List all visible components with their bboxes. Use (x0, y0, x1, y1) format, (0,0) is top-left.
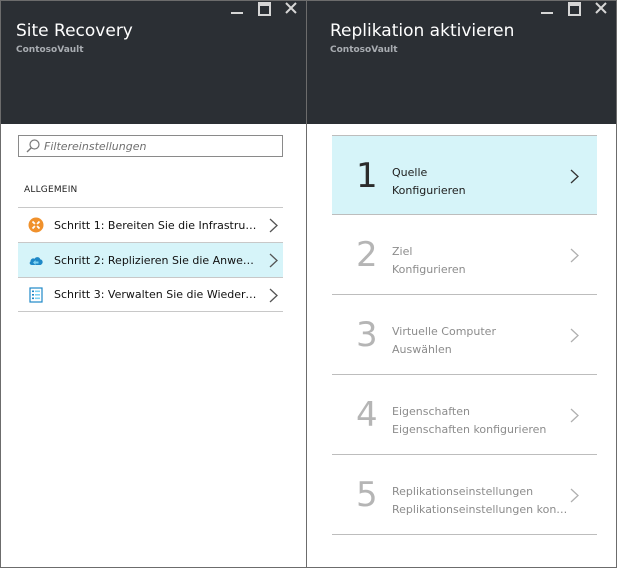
step-title: Quelle (392, 166, 428, 179)
cloud-icon (29, 257, 43, 265)
blade-title: Replikation aktivieren (330, 21, 515, 41)
enable-replication-blade: Replikation aktivieren ContosoVault 1 Qu… (306, 0, 617, 568)
blade-header: Replikation aktivieren ContosoVault (307, 1, 616, 124)
nav-item-step-2[interactable]: Schritt 2: Replizieren Sie die Anwendung (18, 242, 283, 277)
chevron-right-icon (570, 408, 579, 423)
chevron-right-icon (269, 288, 278, 303)
maximize-icon[interactable] (567, 1, 581, 17)
window-controls (540, 1, 608, 19)
step-title: Replikationseinstellungen (392, 485, 534, 498)
step-virtual-machines[interactable]: 3 Virtuelle Computer Auswählen (332, 295, 597, 375)
blade-subtitle: ContosoVault (330, 45, 398, 55)
step-source[interactable]: 1 Quelle Konfigurieren (332, 135, 597, 215)
chevron-right-icon (570, 169, 579, 184)
settings-list: Schritt 1: Bereiten Sie die Infrastruktu… (18, 207, 283, 312)
step-subtitle: Eigenschaften konfigurieren (392, 423, 547, 436)
nav-item-label: Schritt 3: Verwalten Sie die Wiederherst… (54, 288, 260, 301)
chevron-right-icon (570, 248, 579, 263)
step-number: 4 (356, 395, 378, 435)
step-title: Ziel (392, 245, 413, 258)
chevron-right-icon (570, 488, 579, 503)
step-subtitle: Auswählen (392, 343, 452, 356)
close-icon[interactable] (284, 1, 298, 17)
blade-subtitle: ContosoVault (16, 45, 84, 55)
site-recovery-blade: Site Recovery ContosoVault ALLGEMEIN (0, 0, 307, 568)
maximize-icon[interactable] (257, 1, 271, 17)
chevron-right-icon (269, 218, 278, 233)
chevron-right-icon (269, 253, 278, 268)
minimize-icon[interactable] (540, 1, 554, 17)
section-label-general: ALLGEMEIN (24, 185, 78, 195)
portal-root: Site Recovery ContosoVault ALLGEMEIN (0, 0, 617, 568)
blade-title: Site Recovery (16, 21, 133, 41)
step-properties[interactable]: 4 Eigenschaften Eigenschaften konfigurie… (332, 375, 597, 455)
chevron-right-icon (570, 328, 579, 343)
step-subtitle: Konfigurieren (392, 263, 466, 276)
step-number: 2 (356, 235, 378, 275)
step-replication-settings[interactable]: 5 Replikationseinstellungen Replikations… (332, 455, 597, 535)
nav-item-step-3[interactable]: Schritt 3: Verwalten Sie die Wiederherst… (18, 277, 283, 312)
step-subtitle: Konfigurieren (392, 184, 466, 197)
wizard-steps: 1 Quelle Konfigurieren 2 Ziel Konfigurie… (332, 135, 597, 535)
filter-search-box[interactable] (18, 135, 283, 157)
close-icon[interactable] (594, 1, 608, 17)
step-number: 5 (356, 475, 378, 515)
step-number: 3 (356, 315, 378, 355)
nav-item-label: Schritt 2: Replizieren Sie die Anwendung (54, 253, 260, 267)
wrench-icon (28, 217, 44, 233)
search-icon (26, 139, 40, 153)
step-subtitle: Replikationseinstellungen konfigurieren (392, 503, 570, 516)
window-controls (230, 1, 298, 19)
blade-header: Site Recovery ContosoVault (1, 1, 306, 124)
nav-item-step-1[interactable]: Schritt 1: Bereiten Sie die Infrastruktu… (18, 207, 283, 242)
step-title: Virtuelle Computer (392, 325, 496, 338)
list-icon (29, 286, 43, 303)
filter-settings-input[interactable] (41, 139, 274, 153)
step-title: Eigenschaften (392, 405, 470, 418)
step-number: 1 (356, 156, 378, 196)
step-target[interactable]: 2 Ziel Konfigurieren (332, 215, 597, 295)
nav-item-label: Schritt 1: Bereiten Sie die Infrastruktu… (54, 218, 260, 232)
minimize-icon[interactable] (230, 1, 244, 17)
